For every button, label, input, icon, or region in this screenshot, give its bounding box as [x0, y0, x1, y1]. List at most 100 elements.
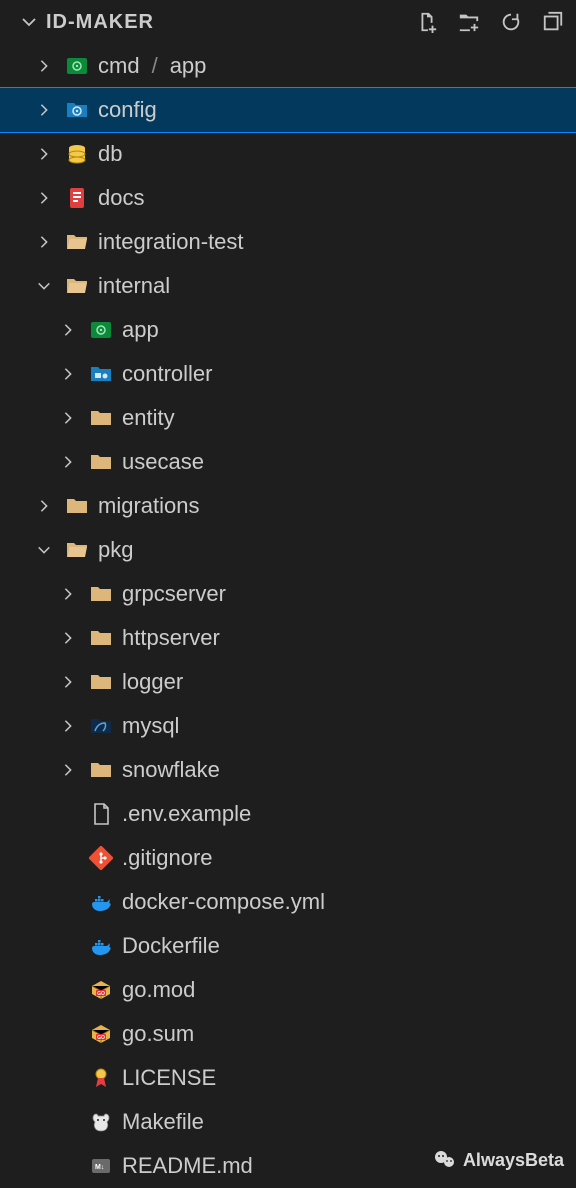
folder-icon	[88, 625, 114, 651]
svg-text:GO: GO	[97, 991, 105, 997]
tree-row[interactable]: usecase	[0, 440, 576, 484]
chevron-right-icon[interactable]	[56, 626, 80, 650]
tree-row[interactable]: GO go.sum	[0, 1012, 576, 1056]
tree-row[interactable]: mysql	[0, 704, 576, 748]
folder-icon	[88, 669, 114, 695]
chevron-down-icon[interactable]	[32, 538, 56, 562]
chevron-right-icon[interactable]	[32, 230, 56, 254]
tree-item-label: db	[98, 141, 122, 167]
controller-icon	[88, 361, 114, 387]
folder-open-icon	[64, 273, 90, 299]
tree-item-label: go.sum	[122, 1021, 194, 1047]
tree-item-label: pkg	[98, 537, 133, 563]
tree-row[interactable]: Dockerfile	[0, 924, 576, 968]
tree-item-label: .gitignore	[122, 845, 213, 871]
tree-row[interactable]: config	[0, 88, 576, 132]
tree-item-label: app	[170, 53, 207, 79]
refresh-button[interactable]	[498, 9, 524, 35]
chevron-right-icon[interactable]	[32, 494, 56, 518]
wechat-icon	[433, 1148, 457, 1172]
chevron-right-icon[interactable]	[56, 362, 80, 386]
file-tree: cmd/appconfig db docs integration-test inter…	[0, 44, 576, 1188]
chevron-right-icon[interactable]	[32, 98, 56, 122]
folder-icon	[88, 405, 114, 431]
config-gear-icon	[64, 97, 90, 123]
folder-icon	[88, 449, 114, 475]
chevron-down-icon	[20, 13, 38, 31]
makefile-icon	[88, 1109, 114, 1135]
tree-row[interactable]: .env.example	[0, 792, 576, 836]
chevron-right-icon[interactable]	[56, 714, 80, 738]
tree-row[interactable]: pkg	[0, 528, 576, 572]
tree-item-label: README.md	[122, 1153, 253, 1179]
app-gear-icon	[64, 53, 90, 79]
app-gear-icon	[88, 317, 114, 343]
chevron-right-icon[interactable]	[32, 142, 56, 166]
tree-item-label: usecase	[122, 449, 204, 475]
tree-item-label: migrations	[98, 493, 199, 519]
chevron-right-icon[interactable]	[32, 186, 56, 210]
chevron-down-icon[interactable]	[32, 274, 56, 298]
tree-item-label: Makefile	[122, 1109, 204, 1135]
watermark: AlwaysBeta	[433, 1148, 564, 1172]
tree-item-label: cmd	[98, 53, 140, 79]
tree-row[interactable]: LICENSE	[0, 1056, 576, 1100]
chevron-right-icon[interactable]	[56, 450, 80, 474]
folder-icon	[88, 581, 114, 607]
tree-row[interactable]: entity	[0, 396, 576, 440]
tree-row[interactable]: GO go.mod	[0, 968, 576, 1012]
tree-row[interactable]: migrations	[0, 484, 576, 528]
tree-item-label: internal	[98, 273, 170, 299]
tree-item-label: docs	[98, 185, 144, 211]
git-icon	[88, 845, 114, 871]
tree-item-label: app	[122, 317, 159, 343]
tree-row[interactable]: controller	[0, 352, 576, 396]
tree-row[interactable]: db	[0, 132, 576, 176]
tree-row[interactable]: Makefile	[0, 1100, 576, 1144]
svg-text:GO: GO	[97, 1035, 105, 1041]
chevron-right-icon[interactable]	[56, 670, 80, 694]
tree-item-label: logger	[122, 669, 183, 695]
folder-open-icon	[64, 229, 90, 255]
tree-item-label: mysql	[122, 713, 179, 739]
tree-item-label: entity	[122, 405, 175, 431]
tree-item-label: go.mod	[122, 977, 195, 1003]
tree-row[interactable]: .gitignore	[0, 836, 576, 880]
tree-row[interactable]: cmd/app	[0, 44, 576, 88]
new-file-button[interactable]	[414, 9, 440, 35]
tree-row[interactable]: httpserver	[0, 616, 576, 660]
chevron-right-icon[interactable]	[56, 318, 80, 342]
tree-row[interactable]: integration-test	[0, 220, 576, 264]
tree-item-label: .env.example	[122, 801, 251, 827]
collapse-all-button[interactable]	[540, 9, 566, 35]
header-actions	[414, 9, 566, 35]
tree-item-label: LICENSE	[122, 1065, 216, 1091]
chevron-right-icon[interactable]	[56, 406, 80, 430]
tree-row[interactable]: snowflake	[0, 748, 576, 792]
svg-text:M↓: M↓	[95, 1164, 104, 1171]
tree-row[interactable]: logger	[0, 660, 576, 704]
new-folder-button[interactable]	[456, 9, 482, 35]
go-pkg-icon: GO	[88, 1021, 114, 1047]
watermark-label: AlwaysBeta	[463, 1150, 564, 1171]
project-title[interactable]: ID-MAKER	[20, 11, 154, 34]
tree-item-label: snowflake	[122, 757, 220, 783]
project-title-label: ID-MAKER	[46, 11, 154, 34]
folder-open-icon	[64, 537, 90, 563]
tree-item-label: Dockerfile	[122, 933, 220, 959]
folder-icon	[88, 757, 114, 783]
chevron-right-icon[interactable]	[32, 54, 56, 78]
tree-row[interactable]: docs	[0, 176, 576, 220]
tree-row[interactable]: grpcserver	[0, 572, 576, 616]
tree-item-label: httpserver	[122, 625, 220, 651]
chevron-right-icon[interactable]	[56, 758, 80, 782]
folder-icon	[64, 493, 90, 519]
tree-row[interactable]: internal	[0, 264, 576, 308]
tree-item-label: grpcserver	[122, 581, 226, 607]
tree-row[interactable]: app	[0, 308, 576, 352]
explorer-header: ID-MAKER	[0, 0, 576, 44]
tree-row[interactable]: docker-compose.yml	[0, 880, 576, 924]
docker-icon	[88, 889, 114, 915]
docker-icon	[88, 933, 114, 959]
chevron-right-icon[interactable]	[56, 582, 80, 606]
